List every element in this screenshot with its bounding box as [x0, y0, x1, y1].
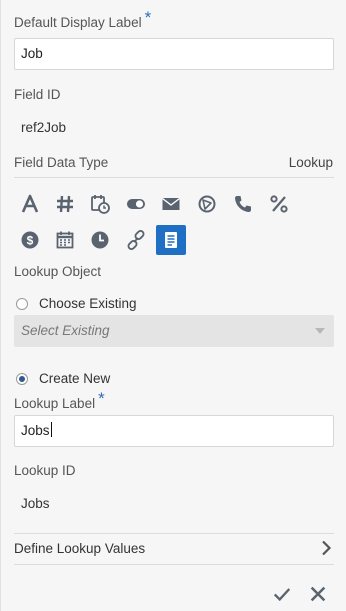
currency-type-icon[interactable]: $ — [15, 225, 45, 255]
close-icon — [310, 586, 326, 602]
divider — [14, 177, 334, 178]
select-existing-dropdown[interactable]: Select Existing — [14, 315, 334, 347]
field-id-label: Field ID — [14, 87, 61, 102]
field-properties-panel: Default Display Label * Job Field ID ref2… — [0, 0, 346, 611]
phone-type-icon[interactable] — [228, 189, 258, 219]
lookup-id-label: Lookup ID — [14, 463, 76, 478]
percent-type-icon[interactable] — [264, 189, 294, 219]
url-type-icon[interactable] — [192, 189, 222, 219]
text-type-icon[interactable] — [15, 189, 45, 219]
choose-existing-label[interactable]: Choose Existing — [39, 296, 137, 311]
create-new-radio[interactable] — [16, 373, 28, 385]
required-marker: * — [144, 8, 152, 27]
field-data-type-label: Field Data Type — [14, 155, 109, 170]
reference-link-type-icon[interactable] — [121, 225, 151, 255]
date-type-icon[interactable] — [50, 225, 80, 255]
text-cursor — [50, 422, 52, 437]
define-lookup-values-label: Define Lookup Values — [14, 541, 146, 556]
lookup-list-type-icon[interactable] — [156, 225, 186, 255]
number-type-icon[interactable] — [50, 189, 80, 219]
default-display-label-text: Default Display Label — [14, 15, 142, 30]
confirm-button[interactable] — [271, 583, 293, 605]
svg-text:$: $ — [27, 234, 34, 248]
create-new-label[interactable]: Create New — [39, 371, 110, 386]
default-display-label-heading: Default Display Label * — [14, 8, 151, 32]
required-marker: * — [98, 389, 105, 408]
divider — [14, 564, 334, 565]
lookup-label-input[interactable]: Jobs — [14, 415, 334, 447]
lookup-id-value: Jobs — [21, 496, 50, 511]
email-type-icon[interactable] — [156, 189, 186, 219]
field-data-type-value: Lookup — [288, 155, 333, 170]
lookup-label-input-value: Jobs — [21, 423, 50, 438]
define-lookup-values-row[interactable]: Define Lookup Values — [14, 534, 334, 564]
chevron-down-icon — [315, 328, 325, 334]
lookup-object-label: Lookup Object — [14, 264, 102, 279]
choose-existing-radio[interactable] — [16, 298, 28, 310]
lookup-label-text: Lookup Label — [14, 396, 96, 411]
lookup-label-heading: Lookup Label * — [14, 389, 105, 413]
time-type-icon[interactable] — [85, 225, 115, 255]
select-existing-placeholder: Select Existing — [21, 323, 110, 338]
checkmark-icon — [273, 588, 291, 602]
toggle-type-icon[interactable] — [121, 189, 151, 219]
default-display-label-input[interactable]: Job — [14, 38, 334, 70]
chevron-right-icon — [320, 540, 332, 556]
datetime-type-icon[interactable] — [85, 189, 115, 219]
cancel-button[interactable] — [307, 583, 329, 605]
field-id-value: ref2Job — [21, 120, 67, 135]
